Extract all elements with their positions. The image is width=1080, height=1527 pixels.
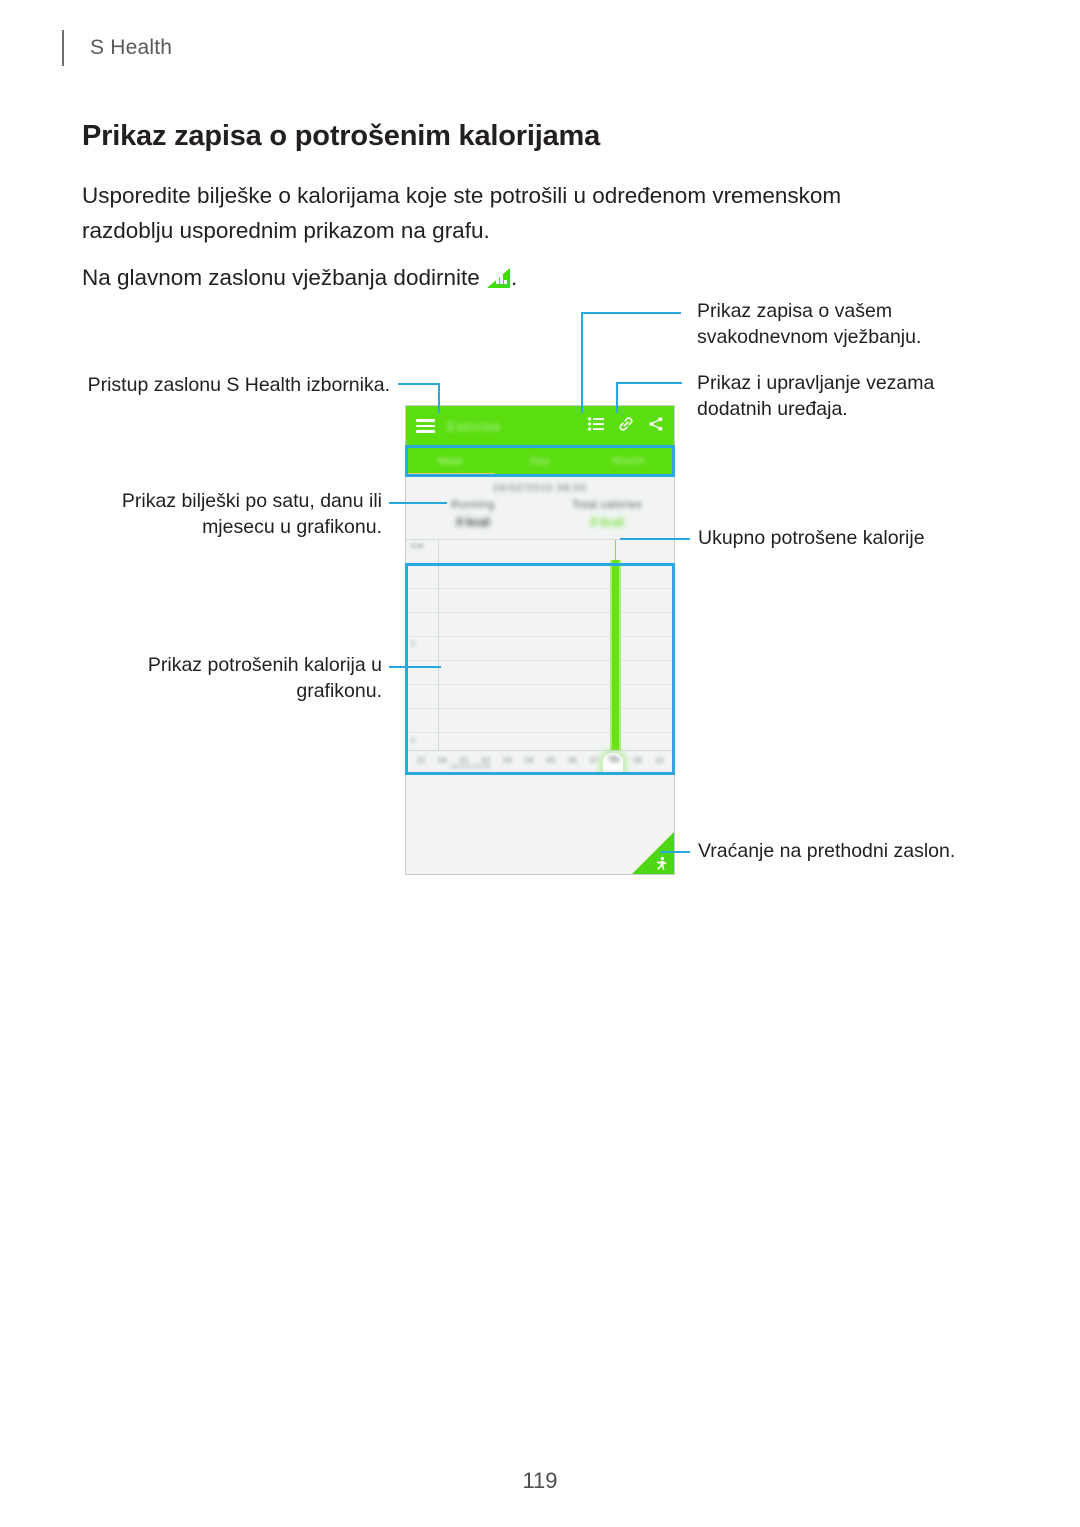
- callout-period-line1: Prikaz bilješki po satu, danu ili: [121, 490, 382, 512]
- leader-line-accessories-h: [616, 382, 682, 384]
- summary-panel: 26/02/2015 08:00 Running 0 kcal Total ca…: [406, 476, 674, 540]
- callout-back-text: Vraćanje na prethodni zaslon.: [698, 840, 956, 862]
- back-corner-button[interactable]: [628, 832, 674, 874]
- calorie-bar[interactable]: [610, 560, 621, 750]
- callout-chart-calories-line2: grafikonu.: [296, 680, 382, 702]
- x-tick: 22: [416, 756, 426, 765]
- link-icon[interactable]: [618, 416, 634, 437]
- intro-copy: Usporedite bilješke o kalorijama koje st…: [82, 178, 912, 295]
- metric-total-calories: Total calories 0 kcal: [540, 499, 674, 529]
- intro-paragraph-2-text: Na glavnom zaslonu vježbanja dodirnite: [82, 265, 486, 290]
- tab-month[interactable]: Month: [585, 446, 674, 476]
- gridline: [406, 708, 674, 709]
- callout-accessories-line2: dodatnih uređaja.: [697, 398, 848, 420]
- callout-daily-records-line2: svakodnevnom vježbanju.: [697, 326, 922, 348]
- intro-paragraph-2-period: .: [511, 265, 518, 290]
- breadcrumb: S Health: [90, 36, 173, 59]
- app-title: Exercise: [447, 418, 501, 434]
- callout-total-calories: Ukupno potrošene kalorije: [698, 525, 998, 551]
- x-tick: 09: [633, 756, 642, 765]
- callout-back: Vraćanje na prethodni zaslon.: [698, 838, 998, 864]
- hamburger-menu-icon[interactable]: [416, 419, 435, 433]
- period-tab-bar[interactable]: Hour Day Month: [406, 446, 674, 476]
- y-axis-line: [438, 540, 439, 750]
- leader-line-menu-v: [438, 383, 440, 413]
- callout-menu-access: Pristup zaslonu S Health izbornika.: [60, 372, 390, 398]
- leader-line-daily-h: [581, 312, 681, 314]
- phone-content-bottom: [406, 773, 674, 874]
- callout-daily-records: Prikaz zapisa o vašem svakodnevnom vježb…: [697, 298, 977, 350]
- x-tick: 03: [503, 756, 512, 765]
- x-axis-strip[interactable]: 22 00 01 02 03 04 05 06 07 08 09 10 08 2…: [406, 750, 674, 788]
- callout-accessories: Prikaz i upravljanje vezama dodatnih ure…: [697, 370, 997, 422]
- page-title: Prikaz zapisa o potrošenim kalorijama: [82, 120, 601, 152]
- intro-paragraph-1: Usporedite bilješke o kalorijama koje st…: [82, 183, 842, 243]
- leader-line-period: [389, 502, 447, 504]
- gridline: [406, 684, 674, 685]
- gridline: [406, 660, 674, 661]
- page-number: 119: [522, 1468, 558, 1493]
- x-axis-sublabel: 26/02/2015: [450, 764, 492, 771]
- leader-line-back: [660, 851, 690, 853]
- leader-line-total-calories: [620, 538, 690, 540]
- app-bar: Exercise: [406, 406, 674, 446]
- calories-bar-chart: kcal 5 0: [406, 540, 674, 750]
- x-tick-selected: 08: [607, 754, 617, 763]
- y-axis-label-bottom: 0: [411, 738, 415, 745]
- callout-chart-calories: Prikaz potrošenih kalorija u grafikonu.: [60, 652, 382, 704]
- callout-total-calories-text: Ukupno potrošene kalorije: [698, 527, 925, 549]
- metric-total-calories-value: 0 kcal: [590, 515, 624, 529]
- gridline: [406, 636, 674, 637]
- callout-daily-records-line1: Prikaz zapisa o vašem: [697, 300, 893, 322]
- x-tick: 04: [524, 756, 534, 765]
- leader-line-daily-v: [581, 312, 583, 413]
- y-axis-label-top: kcal: [411, 543, 424, 550]
- page-header: S Health: [62, 26, 172, 70]
- x-tick: 05: [546, 756, 556, 765]
- callout-menu-access-text: Pristup zaslonu S Health izbornika.: [87, 374, 390, 396]
- tab-day[interactable]: Day: [495, 446, 584, 476]
- tab-hour[interactable]: Hour: [406, 446, 495, 476]
- phone-screenshot: Exercise Hour Day Month 26/02/2015 08:00…: [405, 405, 675, 875]
- running-person-icon: [656, 857, 667, 870]
- leader-line-accessories-v: [616, 382, 618, 413]
- leader-line-menu: [398, 383, 440, 385]
- x-tick: 10: [654, 756, 664, 765]
- share-icon[interactable]: [648, 416, 664, 437]
- summary-date: 26/02/2015 08:00: [493, 483, 587, 494]
- metric-running-label: Running: [451, 499, 495, 511]
- callout-chart-calories-line1: Prikaz potrošenih kalorija u: [147, 654, 382, 676]
- callout-period: Prikaz bilješki po satu, danu ili mjesec…: [60, 488, 382, 540]
- metric-running-value: 0 kcal: [456, 515, 490, 529]
- x-axis-ticks: 22 00 01 02 03 04 05 06 07 08 09 10: [406, 751, 674, 765]
- callout-accessories-line1: Prikaz i upravljanje vezama: [697, 372, 935, 394]
- list-icon[interactable]: [588, 416, 604, 436]
- gridline: [406, 732, 674, 733]
- y-axis-label-mid: 5: [411, 641, 415, 648]
- annotated-figure: Exercise Hour Day Month 26/02/2015 08:00…: [0, 290, 1080, 890]
- x-tick: 06: [568, 756, 577, 765]
- gridline: [406, 564, 674, 565]
- metric-total-calories-label: Total calories: [572, 499, 642, 511]
- header-divider: [62, 30, 64, 66]
- callout-period-line2: mjesecu u grafikonu.: [202, 516, 382, 538]
- bar-chart-triangle-icon: [487, 268, 510, 288]
- leader-line-chart-calories: [389, 666, 441, 668]
- gridline: [406, 588, 674, 589]
- bar-stem: [615, 540, 616, 560]
- y-axis-labels: kcal 5 0: [409, 540, 437, 750]
- gridline: [406, 612, 674, 613]
